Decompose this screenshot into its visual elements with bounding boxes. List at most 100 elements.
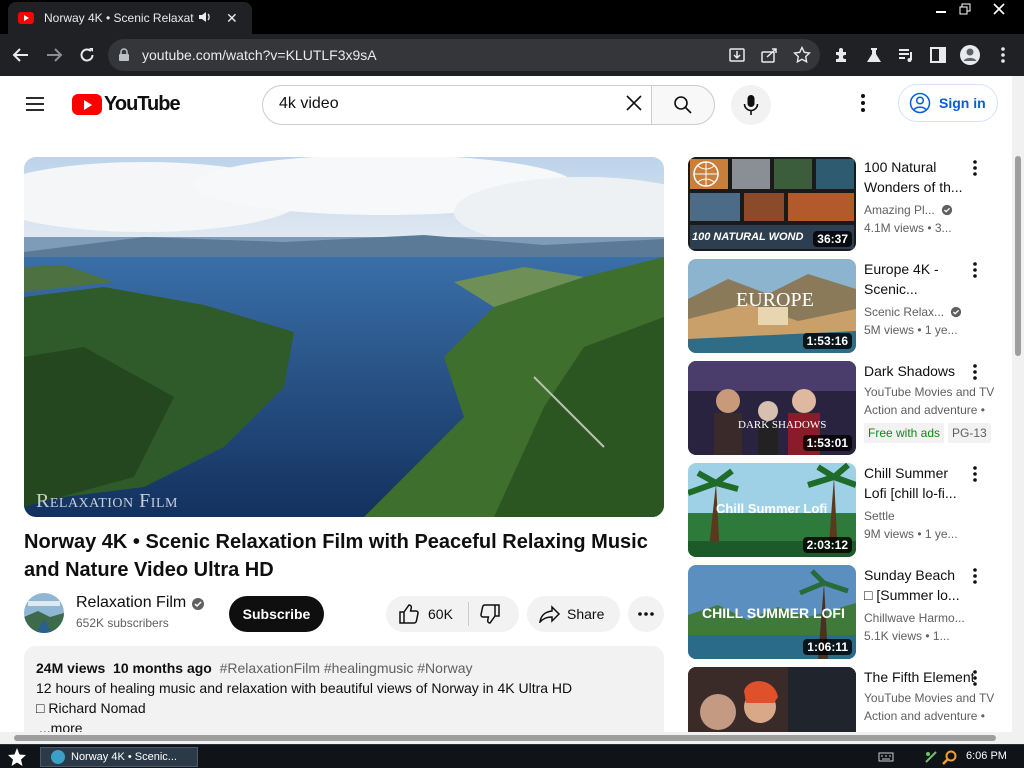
description-box[interactable]: 24M views 10 months ago #RelaxationFilm … xyxy=(24,646,664,744)
sign-in-button[interactable]: Sign in xyxy=(898,84,998,122)
recommendation-title[interactable]: The Fifth Element xyxy=(864,667,984,687)
tab-close-icon[interactable]: ✕ xyxy=(226,10,238,27)
recommendation-menu-icon[interactable] xyxy=(972,465,984,485)
recommendation-thumbnail[interactable]: DARK SHADOWS 1:53:01 xyxy=(688,361,856,455)
recommendation-menu-icon[interactable] xyxy=(972,669,984,689)
recommendation-item[interactable]: 100 NATURAL WOND 36:37 100 Natural Wonde… xyxy=(688,157,1008,251)
recommendation-meta: 5.1K views • 1... xyxy=(864,629,950,643)
install-app-icon[interactable] xyxy=(729,47,747,68)
youtube-logo[interactable]: YouTube xyxy=(72,92,181,116)
recommendation-menu-icon[interactable] xyxy=(972,363,984,383)
url-text: youtube.com/watch?v=KLUTLF3x9sA xyxy=(142,47,377,63)
recommendation-title[interactable]: Dark Shadows xyxy=(864,361,968,381)
recommendation-channel[interactable]: YouTube Movies and TV xyxy=(864,383,994,401)
thumbs-down-icon xyxy=(480,604,500,624)
description-line-1: 12 hours of healing music and relaxation… xyxy=(36,680,573,696)
recommendation-title[interactable]: Chill Summer Lofi [chill lo-fi... xyxy=(864,463,968,503)
channel-avatar[interactable] xyxy=(24,593,64,633)
like-dislike-group: 60K xyxy=(386,596,519,632)
thumbnail-caption: DARK SHADOWS xyxy=(738,419,827,431)
video-duration: 1:06:11 xyxy=(803,639,852,655)
verified-badge-icon xyxy=(941,204,953,216)
share-page-icon[interactable] xyxy=(761,47,779,68)
subscribe-button[interactable]: Subscribe xyxy=(229,596,324,632)
recommendation-item[interactable]: CHILL SUMMER LOFI 1:06:11 Sunday Beach □… xyxy=(688,565,1008,659)
recommendation-channel[interactable]: Scenic Relax... xyxy=(864,303,994,321)
tab-title: Norway 4K • Scenic Relaxation xyxy=(44,11,194,25)
horizontal-scrollbar[interactable] xyxy=(0,732,1012,744)
forward-arrow-icon[interactable] xyxy=(43,44,65,66)
like-button[interactable]: 60K xyxy=(386,596,468,632)
subscriber-count: 652K subscribers xyxy=(76,616,169,630)
upload-age: 10 months ago xyxy=(113,660,212,676)
recommendation-title[interactable]: 100 Natural Wonders of th... xyxy=(864,157,968,197)
recommendation-thumbnail[interactable]: Chill Summer Lofi 2:03:12 xyxy=(688,463,856,557)
media-queue-icon[interactable] xyxy=(895,44,917,66)
recommendation-channel[interactable]: Chillwave Harmo... xyxy=(864,609,994,627)
recommendation-item[interactable]: EUROPE 1:53:16 Europe 4K - Scenic... Sce… xyxy=(688,259,1008,353)
browser-tab[interactable]: Norway 4K • Scenic Relaxation ✕ xyxy=(8,2,252,34)
video-watermark: Relaxation Film xyxy=(36,490,178,512)
side-panel-icon[interactable] xyxy=(927,44,949,66)
vertical-scrollbar[interactable] xyxy=(1012,76,1024,744)
lock-icon[interactable] xyxy=(118,48,130,67)
recommendation-menu-icon[interactable] xyxy=(972,159,984,179)
like-divider xyxy=(468,602,469,626)
video-player[interactable]: Relaxation Film xyxy=(24,157,664,517)
settings-more-icon[interactable] xyxy=(860,93,880,117)
search-input[interactable]: 4k video xyxy=(262,85,652,125)
speaker-icon[interactable] xyxy=(198,11,212,26)
labs-flask-icon[interactable] xyxy=(863,44,885,66)
address-bar[interactable]: youtube.com/watch?v=KLUTLF3x9sA xyxy=(108,39,820,71)
share-label: Share xyxy=(567,606,605,622)
close-window-button[interactable] xyxy=(984,0,1014,18)
channel-name[interactable]: Relaxation Film xyxy=(76,594,186,612)
thumbnail-caption: EUROPE xyxy=(736,289,814,311)
share-button[interactable]: Share xyxy=(527,596,620,632)
recommendation-meta: 5M views • 1 ye... xyxy=(864,323,958,337)
network-tray-icon[interactable] xyxy=(924,750,938,768)
recommendation-item[interactable]: Chill Summer Lofi 2:03:12 Chill Summer L… xyxy=(688,463,1008,557)
horizontal-scrollbar-thumb[interactable] xyxy=(14,735,996,741)
recommendation-channel[interactable]: YouTube Movies and TV xyxy=(864,689,994,707)
profile-avatar-icon[interactable] xyxy=(959,44,981,66)
extensions-puzzle-icon[interactable] xyxy=(831,44,853,66)
recommendation-thumbnail[interactable]: 100 NATURAL WOND 36:37 xyxy=(688,157,856,251)
thumbnail-caption: Chill Summer Lofi xyxy=(716,501,828,516)
browser-app-icon xyxy=(51,750,65,764)
thumbnail-caption: CHILL SUMMER LOFI xyxy=(702,605,845,621)
hashtags[interactable]: #RelaxationFilm #healingmusic #Norway xyxy=(220,660,473,676)
video-duration: 2:03:12 xyxy=(802,537,852,553)
vertical-scrollbar-thumb[interactable] xyxy=(1015,156,1021,356)
recommendation-menu-icon[interactable] xyxy=(972,261,984,281)
taskbar-browser-item[interactable]: Norway 4K • Scenic... xyxy=(40,747,198,767)
recommendation-title[interactable]: Sunday Beach □ [Summer lo... xyxy=(864,565,968,605)
reload-icon[interactable] xyxy=(76,44,98,66)
video-duration: 1:53:16 xyxy=(802,333,852,349)
microphone-icon xyxy=(743,95,759,115)
recommendation-menu-icon[interactable] xyxy=(972,567,984,587)
youtube-play-logo-icon xyxy=(72,93,102,115)
recommendation-item[interactable]: DARK SHADOWS 1:53:01 Dark Shadows YouTub… xyxy=(688,361,1008,455)
recommendation-thumbnail[interactable]: EUROPE 1:53:16 xyxy=(688,259,856,353)
recommendation-title[interactable]: Europe 4K - Scenic... xyxy=(864,259,968,299)
search-query: 4k video xyxy=(279,95,339,112)
start-menu-icon[interactable] xyxy=(6,747,28,767)
recommendation-channel[interactable]: Settle xyxy=(864,507,994,525)
recommendation-badges: Free with ads PG-13 xyxy=(864,423,994,443)
clear-search-icon[interactable] xyxy=(624,93,644,118)
recommendation-thumbnail[interactable]: CHILL SUMMER LOFI 1:06:11 xyxy=(688,565,856,659)
search-tray-icon[interactable] xyxy=(942,750,958,768)
recommendation-channel[interactable]: Amazing Pl... xyxy=(864,201,994,219)
voice-search-button[interactable] xyxy=(731,85,771,125)
back-arrow-icon[interactable] xyxy=(10,44,32,66)
restore-window-button[interactable] xyxy=(950,0,980,18)
bookmark-star-icon[interactable] xyxy=(792,45,812,69)
more-actions-button[interactable] xyxy=(628,596,664,632)
dislike-button[interactable] xyxy=(476,602,504,626)
browser-menu-icon[interactable] xyxy=(992,44,1014,66)
hamburger-menu-icon[interactable] xyxy=(24,93,48,117)
keyboard-tray-icon[interactable] xyxy=(878,750,894,768)
search-button[interactable] xyxy=(651,85,715,125)
taskbar-item-label: Norway 4K • Scenic... xyxy=(71,751,177,763)
